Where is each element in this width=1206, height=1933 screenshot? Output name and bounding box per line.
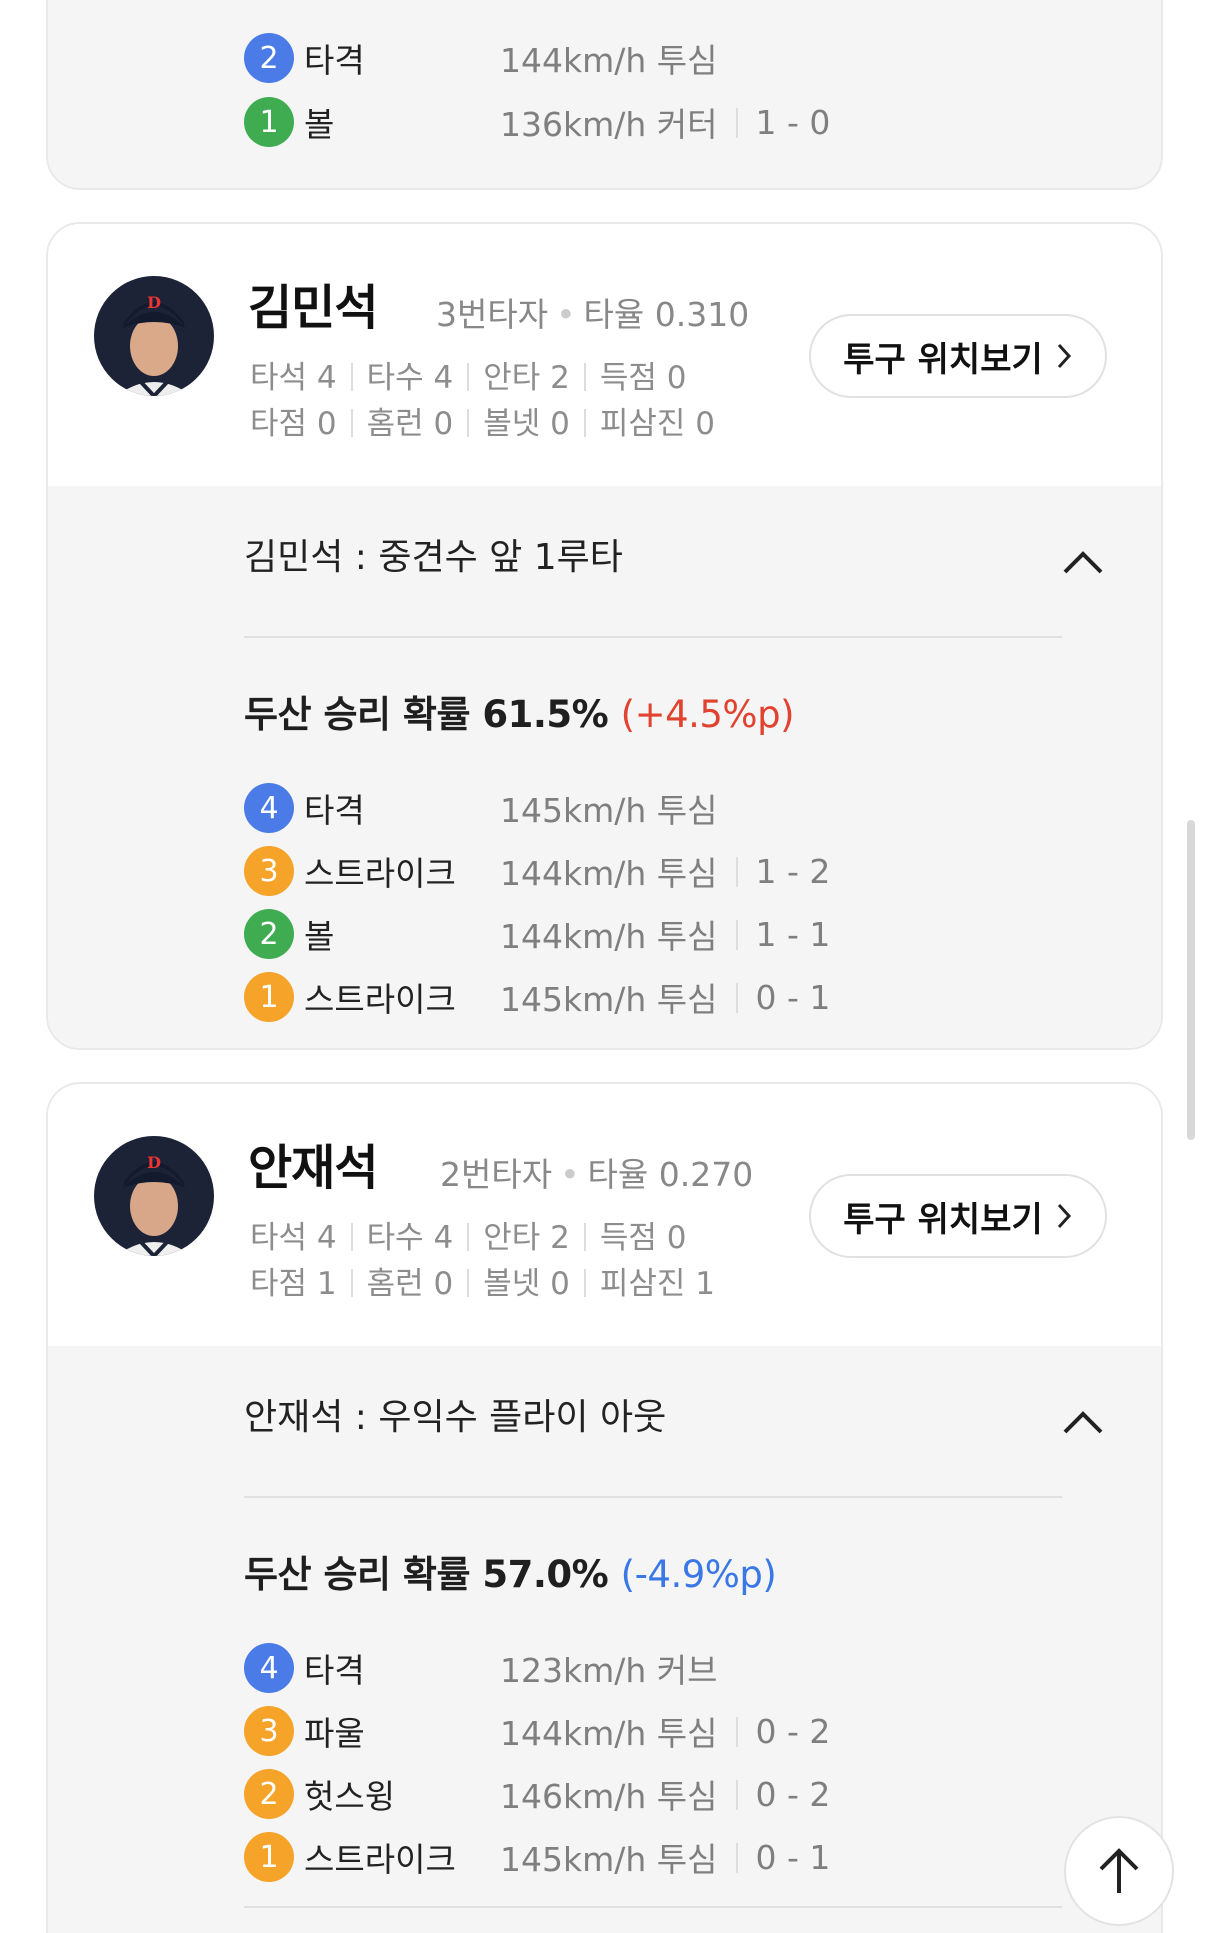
pitch-speed-type: 144km/h 투심 <box>500 41 718 80</box>
pitch-speed-type: 123km/h 커브 <box>500 1651 718 1690</box>
pitch-result: 스트라이크 <box>304 854 456 893</box>
pitch-speed-type: 145km/h 투심 <box>500 1840 718 1879</box>
ball-strike-count: 0 - 2 <box>718 1712 830 1751</box>
batting-order: 3번타자 <box>436 295 549 334</box>
win-probability: 두산 승리 확률 57.0% (-4.9%p) <box>244 1553 777 1596</box>
at-bat-result: 김민석 : 중견수 앞 1루타 <box>244 537 623 578</box>
chevron-up-icon[interactable] <box>1061 1406 1105 1436</box>
ball-strike-count: 0 - 1 <box>718 1838 830 1877</box>
pitch-speed-type: 146km/h 투심 <box>500 1777 718 1816</box>
pitch-row: 4 타격 145km/h 투심 <box>244 782 718 834</box>
pitch-row: 2 헛스윙 146km/h 투심 0 - 2 <box>244 1768 830 1820</box>
svg-text:D: D <box>147 293 161 312</box>
divider <box>244 1496 1062 1498</box>
pitch-speed-type: 144km/h 투심 <box>500 917 718 956</box>
pitch-row: 1 스트라이크 145km/h 투심 0 - 1 <box>244 971 830 1023</box>
stats-row-2: 타점 0 홈런 0 볼넷 0 피삼진 0 <box>250 406 716 442</box>
pitch-number-badge: 4 <box>244 1643 294 1693</box>
player-meta: 3번타자 • 타율 0.310 <box>436 295 750 334</box>
player-name[interactable]: 김민석 <box>248 268 378 338</box>
pitch-row: 4 타격 123km/h 커브 <box>244 1642 718 1694</box>
batter-header: D 안재석 2번타자 • 타율 0.270 타석 4 타수 4 안타 2 득점 0 타점 … <box>48 1084 1161 1346</box>
player-meta: 2번타자 • 타율 0.270 <box>440 1155 754 1194</box>
pitch-speed-type: 136km/h 커터 <box>500 105 718 144</box>
pitch-location-label: 투구 위치보기 <box>843 339 1043 380</box>
pitch-result: 타격 <box>304 791 365 830</box>
pitch-result: 스트라이크 <box>304 980 456 1019</box>
pitch-row: 3 파울 144km/h 투심 0 - 2 <box>244 1705 830 1757</box>
player-name[interactable]: 안재석 <box>248 1128 378 1198</box>
player-avatar: D <box>94 1136 214 1256</box>
win-probability-delta: (-4.9%p) <box>620 1553 777 1596</box>
scrollbar[interactable] <box>1187 820 1195 1140</box>
pitch-number-badge: 1 <box>244 972 294 1022</box>
svg-text:D: D <box>147 1153 161 1172</box>
ball-strike-count: 1 - 2 <box>718 852 830 891</box>
pitch-number-badge: 1 <box>244 1832 294 1882</box>
chevron-right-icon <box>1057 1203 1071 1229</box>
arrow-up-icon <box>1099 1848 1139 1893</box>
ball-strike-count: 1 - 0 <box>718 103 830 142</box>
scroll-to-top-button[interactable] <box>1064 1816 1174 1926</box>
batting-average: 타율 0.270 <box>587 1155 754 1194</box>
pitch-speed-type: 144km/h 투심 <box>500 854 718 893</box>
stats-row-1: 타석 4 타수 4 안타 2 득점 0 <box>250 360 687 396</box>
pitch-speed-type: 145km/h 투심 <box>500 791 718 830</box>
batter-header: D 김민석 3번타자 • 타율 0.310 타석 4 타수 4 안타 2 득점 0 타점 … <box>48 224 1161 486</box>
divider <box>244 636 1062 638</box>
batting-order: 2번타자 <box>440 1155 553 1194</box>
pitch-speed-type: 144km/h 투심 <box>500 1714 718 1753</box>
pitch-row: 2 타격 144km/h 투심 <box>244 32 718 84</box>
batter-card: D 안재석 2번타자 • 타율 0.270 타석 4 타수 4 안타 2 득점 0 타점 … <box>46 1082 1163 1933</box>
ball-strike-count: 1 - 1 <box>718 915 830 954</box>
pitch-number-badge: 2 <box>244 1769 294 1819</box>
pitch-result: 타격 <box>304 1651 365 1690</box>
pitch-log-card-previous: 2 타격 144km/h 투심 1 볼 136km/h 커터 1 - 0 <box>46 0 1163 190</box>
pitch-number-badge: 3 <box>244 1706 294 1756</box>
chevron-right-icon <box>1057 343 1071 369</box>
pitch-result: 볼 <box>304 917 335 956</box>
at-bat-detail: 안재석 : 우익수 플라이 아웃 두산 승리 확률 57.0% (-4.9%p)… <box>48 1346 1161 1933</box>
divider <box>244 1906 1062 1908</box>
ball-strike-count: 0 - 1 <box>718 978 830 1017</box>
pitch-result: 스트라이크 <box>304 1840 456 1879</box>
pitch-location-label: 투구 위치보기 <box>843 1199 1043 1240</box>
pitch-row: 2 볼 144km/h 투심 1 - 1 <box>244 908 830 960</box>
at-bat-detail: 김민석 : 중견수 앞 1루타 두산 승리 확률 61.5% (+4.5%p) … <box>48 486 1161 1048</box>
pitch-speed-type: 145km/h 투심 <box>500 980 718 1019</box>
pitch-number-badge: 2 <box>244 33 294 83</box>
pitch-number-badge: 1 <box>244 97 294 147</box>
stats-row-1: 타석 4 타수 4 안타 2 득점 0 <box>250 1220 687 1256</box>
at-bat-result: 안재석 : 우익수 플라이 아웃 <box>244 1397 667 1438</box>
pitch-result: 헛스윙 <box>304 1777 396 1816</box>
pitch-result: 파울 <box>304 1714 365 1753</box>
pitch-number-badge: 2 <box>244 909 294 959</box>
win-probability-delta: (+4.5%p) <box>620 693 795 736</box>
pitch-row: 3 스트라이크 144km/h 투심 1 - 2 <box>244 845 830 897</box>
stats-row-2: 타점 1 홈런 0 볼넷 0 피삼진 1 <box>250 1266 716 1302</box>
pitch-number-badge: 3 <box>244 846 294 896</box>
pitch-result: 타격 <box>304 41 365 80</box>
pitch-number-badge: 4 <box>244 783 294 833</box>
chevron-up-icon[interactable] <box>1061 546 1105 576</box>
pitch-row: 1 볼 136km/h 커터 1 - 0 <box>244 96 830 148</box>
pitch-location-button[interactable]: 투구 위치보기 <box>809 1174 1107 1258</box>
ball-strike-count: 0 - 2 <box>718 1775 830 1814</box>
batting-average: 타율 0.310 <box>583 295 750 334</box>
pitch-location-button[interactable]: 투구 위치보기 <box>809 314 1107 398</box>
batter-card: D 김민석 3번타자 • 타율 0.310 타석 4 타수 4 안타 2 득점 0 타점 … <box>46 222 1163 1050</box>
player-avatar: D <box>94 276 214 396</box>
pitch-row: 1 스트라이크 145km/h 투심 0 - 1 <box>244 1831 830 1883</box>
win-probability: 두산 승리 확률 61.5% (+4.5%p) <box>244 693 795 736</box>
pitch-result: 볼 <box>304 105 335 144</box>
